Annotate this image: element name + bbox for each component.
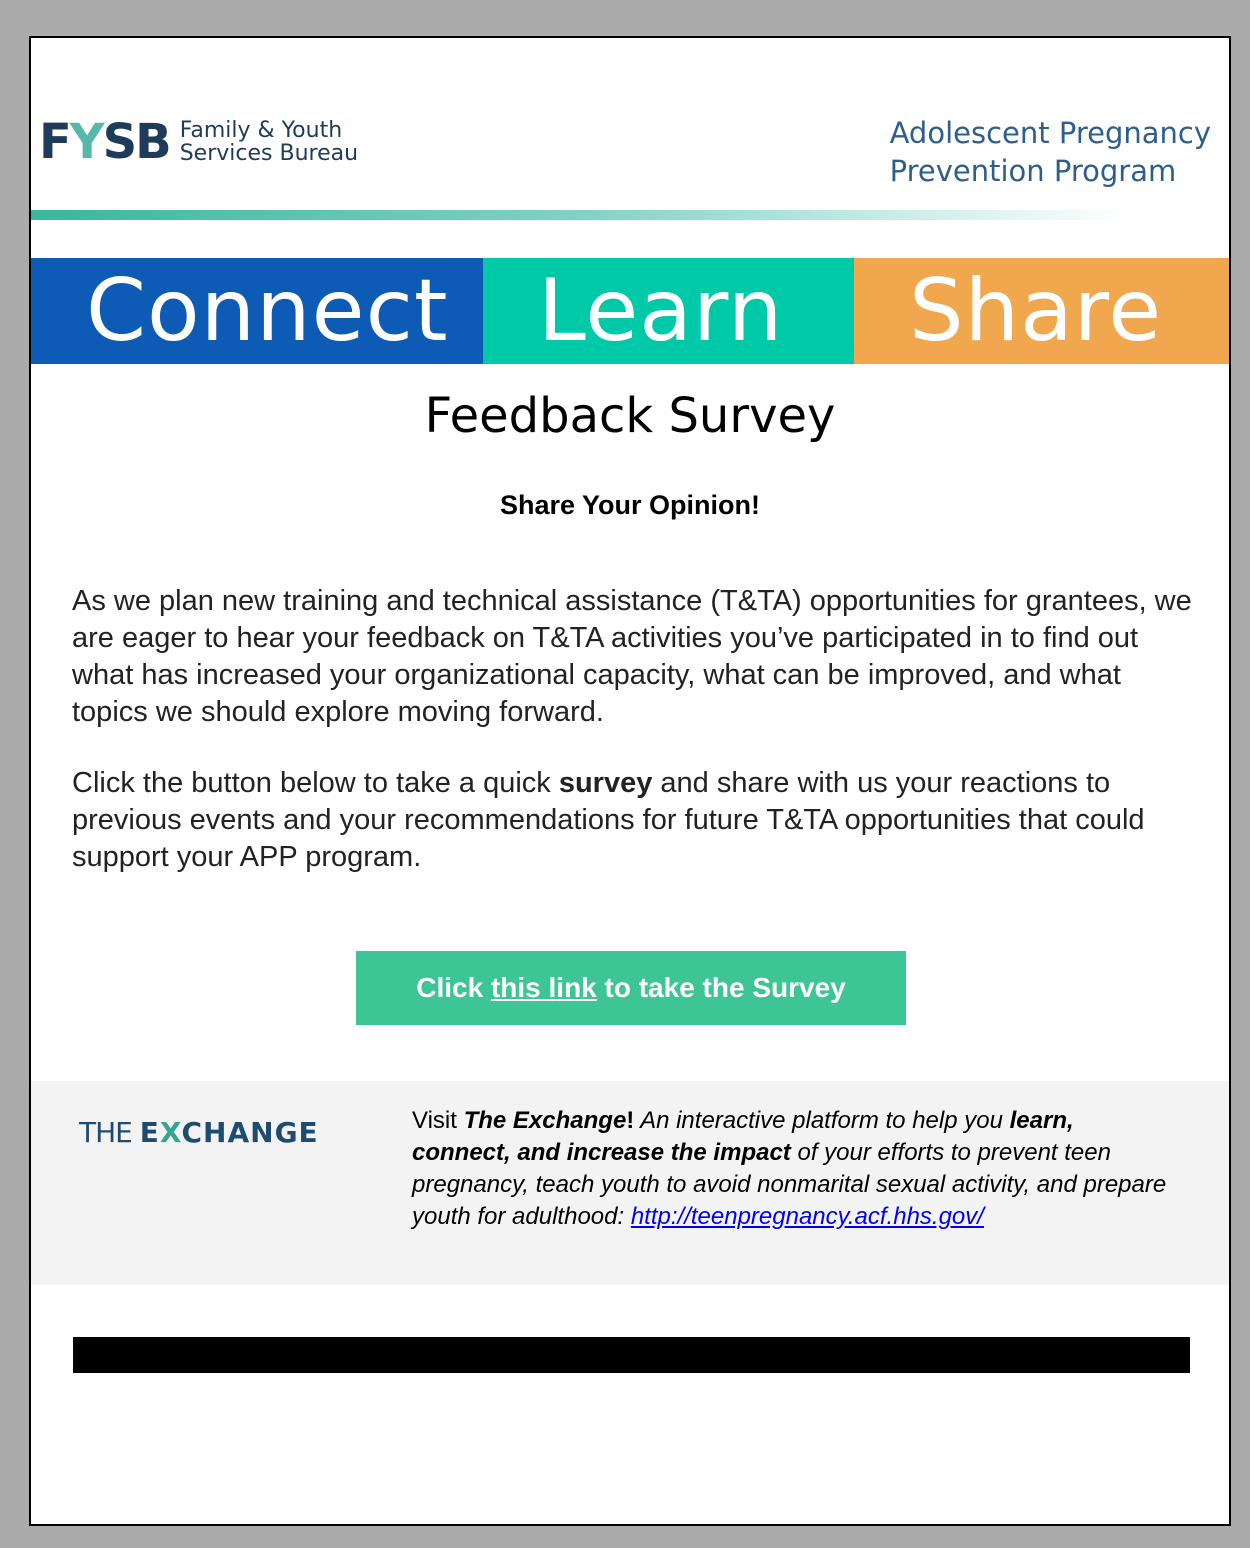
survey-paragraph-start: Click the button below to take a quick bbox=[72, 767, 559, 799]
survey-paragraph: Click the button below to take a quick s… bbox=[72, 765, 1192, 876]
program-line-2: Prevention Program bbox=[889, 154, 1177, 188]
fysb-logo: FYSB Family & Youth Services Bureau bbox=[39, 118, 358, 166]
cta-suffix: to take the Survey bbox=[596, 972, 846, 1003]
program-name: Adolescent Pregnancy Prevention Program bbox=[890, 114, 1211, 190]
header: FYSB Family & Youth Services Bureau Adol… bbox=[31, 38, 1229, 228]
header-divider bbox=[31, 210, 1131, 220]
intro-paragraph: As we plan new training and technical as… bbox=[72, 585, 1192, 728]
exchange-logo-e: E bbox=[139, 1116, 160, 1149]
redacted-bar bbox=[73, 1337, 1190, 1373]
take-survey-button[interactable]: Click this link to take the Survey bbox=[356, 951, 906, 1025]
exchange-logo-x: X bbox=[159, 1116, 182, 1149]
connect-learn-share-banner: Connect Learn Share bbox=[31, 258, 1229, 364]
exchange-logo-rest: CHANGE bbox=[181, 1116, 319, 1149]
exchange-name: The Exchange bbox=[463, 1107, 627, 1134]
exchange-logo: THE EXCHANGE bbox=[79, 1116, 319, 1149]
banner-share: Share bbox=[854, 258, 1229, 364]
survey-link[interactable]: this link bbox=[491, 972, 597, 1004]
program-line-1: Adolescent Pregnancy bbox=[889, 116, 1211, 150]
fysb-line-1: Family & Youth bbox=[179, 118, 343, 143]
exchange-description: Visit The Exchange! An interactive platf… bbox=[412, 1105, 1172, 1233]
exchange-visit: Visit bbox=[412, 1107, 464, 1134]
fysb-logo-mark: FYSB bbox=[39, 118, 172, 166]
survey-emphasis: survey bbox=[558, 767, 653, 799]
exchange-desc-1: An interactive platform to help you bbox=[634, 1107, 1010, 1134]
cta-prefix: Click bbox=[416, 972, 491, 1003]
fysb-mark-f: F bbox=[39, 114, 72, 170]
fysb-logo-text: Family & Youth Services Bureau bbox=[180, 119, 358, 165]
fysb-mark-sb: SB bbox=[102, 114, 172, 170]
exchange-url-link[interactable]: http://teenpregnancy.acf.hhs.gov/ bbox=[631, 1203, 984, 1230]
fysb-line-2: Services Bureau bbox=[179, 141, 359, 166]
banner-connect: Connect bbox=[31, 258, 483, 364]
fysb-mark-y: Y bbox=[69, 114, 105, 170]
banner-learn: Learn bbox=[483, 258, 854, 364]
exchange-logo-the: THE bbox=[79, 1116, 140, 1149]
email-page: FYSB Family & Youth Services Bureau Adol… bbox=[29, 36, 1231, 1526]
exchange-section: THE EXCHANGE Visit The Exchange! An inte… bbox=[31, 1081, 1229, 1285]
page-title: Feedback Survey bbox=[424, 388, 836, 444]
page-subtitle: Share Your Opinion! bbox=[499, 490, 761, 520]
